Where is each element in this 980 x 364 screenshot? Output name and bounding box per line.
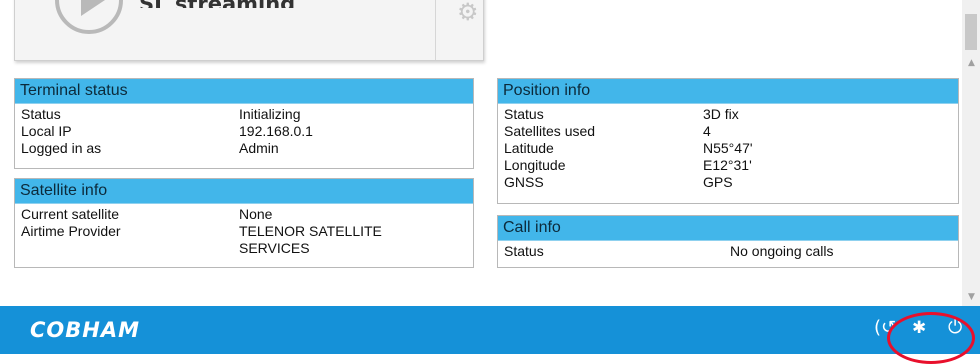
position-info-header: Position info bbox=[498, 79, 958, 104]
footer-bar: COBHAM (↺ ✱ ⏻ bbox=[0, 306, 980, 354]
cobham-logo: COBHAM bbox=[30, 318, 140, 342]
info-row: Airtime Provider TELENOR SATELLITE bbox=[21, 223, 382, 239]
vertical-scrollbar[interactable]: ▲ ▼ bbox=[962, 0, 980, 306]
info-row: Status Initializing bbox=[21, 106, 301, 122]
call-info-header: Call info bbox=[498, 216, 958, 241]
info-row: Latitude N55°47' bbox=[504, 140, 753, 156]
info-row: Status No ongoing calls bbox=[504, 243, 834, 259]
streaming-card[interactable]: SL streaming ⚙ bbox=[14, 0, 484, 61]
scroll-down-icon[interactable]: ▼ bbox=[968, 292, 975, 302]
info-row: Logged in as Admin bbox=[21, 140, 279, 156]
satellite-info-panel: Satellite info Current satellite None Ai… bbox=[14, 178, 474, 268]
gear-icon[interactable]: ⚙ bbox=[457, 0, 479, 24]
call-info-panel: Call info Status No ongoing calls bbox=[497, 215, 959, 268]
info-row: Current satellite None bbox=[21, 206, 273, 222]
satellite-info-header: Satellite info bbox=[15, 179, 473, 204]
position-info-panel: Position info Status 3D fix Satellites u… bbox=[497, 78, 959, 204]
streaming-title: SL streaming bbox=[139, 0, 295, 8]
info-row: SERVICES bbox=[239, 240, 310, 256]
scroll-up-icon[interactable]: ▲ bbox=[968, 58, 975, 68]
play-icon[interactable] bbox=[55, 0, 123, 34]
highlight-ring bbox=[887, 312, 975, 364]
terminal-status-header: Terminal status bbox=[15, 79, 473, 104]
info-row: Status 3D fix bbox=[504, 106, 739, 122]
info-row: Satellites used 4 bbox=[504, 123, 711, 139]
terminal-status-panel: Terminal status Status Initializing Loca… bbox=[14, 78, 474, 169]
info-row: Local IP 192.168.0.1 bbox=[21, 123, 313, 139]
info-row: GNSS GPS bbox=[504, 174, 733, 190]
info-row: Longitude E12°31' bbox=[504, 157, 752, 173]
card-divider bbox=[435, 0, 436, 60]
scroll-thumb[interactable] bbox=[965, 14, 977, 50]
